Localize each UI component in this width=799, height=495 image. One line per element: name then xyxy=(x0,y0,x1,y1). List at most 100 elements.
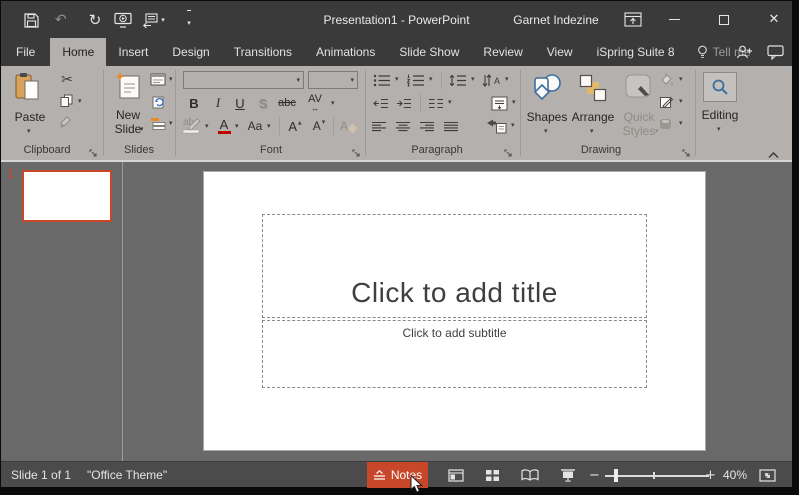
bold-button[interactable]: B xyxy=(185,94,203,112)
tab-design[interactable]: Design xyxy=(160,38,221,66)
save-button[interactable] xyxy=(19,8,43,32)
account-name[interactable]: Garnet Indezine xyxy=(501,1,611,38)
qat-slide-tool-button[interactable]: ▾ xyxy=(139,8,169,32)
zoom-in-button[interactable]: + xyxy=(705,462,716,488)
align-right-button[interactable] xyxy=(417,118,437,134)
subtitle-placeholder[interactable]: Click to add subtitle xyxy=(262,320,647,388)
change-case-dropdown-icon[interactable]: ▾ xyxy=(267,123,271,130)
align-center-button[interactable] xyxy=(393,118,413,134)
align-left-button[interactable] xyxy=(369,118,389,134)
tab-view[interactable]: View xyxy=(535,38,585,66)
customize-qat-button[interactable]: ▾ xyxy=(177,8,201,32)
title-placeholder[interactable]: Click to add title xyxy=(262,214,647,318)
layout-button[interactable] xyxy=(149,72,167,87)
editing-button[interactable] xyxy=(703,72,737,102)
tab-file[interactable]: File xyxy=(1,38,50,66)
font-name-combobox[interactable]: ▾ xyxy=(183,71,304,89)
reading-view-button[interactable] xyxy=(516,462,544,488)
layout-dropdown-icon[interactable]: ▾ xyxy=(169,76,173,83)
font-color-button[interactable]: A xyxy=(215,117,233,135)
numbering-dropdown-icon[interactable]: ▾ xyxy=(429,76,433,83)
shape-effects-dropdown-icon[interactable]: ▾ xyxy=(679,120,683,127)
bullets-dropdown-icon[interactable]: ▾ xyxy=(395,76,399,83)
slideshow-view-button[interactable] xyxy=(554,462,582,488)
panel-splitter[interactable] xyxy=(122,162,123,461)
convert-to-smartart-button[interactable] xyxy=(484,117,508,135)
drawing-dialog-launcher[interactable] xyxy=(682,145,691,163)
slide-thumbnail[interactable] xyxy=(22,170,112,222)
shape-effects-button[interactable] xyxy=(657,116,675,132)
tab-animations[interactable]: Animations xyxy=(304,38,387,66)
maximize-button[interactable] xyxy=(706,1,742,38)
clipboard-dialog-launcher[interactable] xyxy=(89,145,98,163)
strikethrough-button[interactable]: abc xyxy=(275,94,299,112)
line-spacing-button[interactable] xyxy=(447,72,469,88)
share-button[interactable] xyxy=(736,44,753,65)
shapes-button[interactable]: Shapes ▾ xyxy=(525,70,569,140)
zoom-out-button[interactable]: − xyxy=(589,462,600,488)
arrange-button[interactable]: Arrange ▾ xyxy=(570,70,616,140)
tab-insert[interactable]: Insert xyxy=(106,38,160,66)
font-dialog-launcher[interactable] xyxy=(352,145,361,163)
minimize-button[interactable] xyxy=(656,1,692,38)
bullets-button[interactable] xyxy=(371,72,393,88)
theme-name[interactable]: "Office Theme" xyxy=(87,462,167,488)
shape-fill-dropdown-icon[interactable]: ▾ xyxy=(679,76,683,83)
section-button[interactable] xyxy=(149,116,167,131)
ribbon-display-options-button[interactable] xyxy=(615,1,651,38)
tab-ispring-suite[interactable]: iSpring Suite 8 xyxy=(585,38,687,66)
text-direction-button[interactable]: A xyxy=(480,72,504,88)
columns-button[interactable] xyxy=(426,95,446,111)
shape-fill-button[interactable] xyxy=(657,72,675,88)
text-direction-dropdown-icon[interactable]: ▾ xyxy=(505,76,509,83)
decrease-font-size-button[interactable]: A ▾ xyxy=(309,117,329,135)
tab-home[interactable]: Home xyxy=(50,38,107,66)
decrease-indent-button[interactable] xyxy=(371,95,391,111)
tab-slide-show[interactable]: Slide Show xyxy=(387,38,471,66)
repeat-button[interactable]: ↻ xyxy=(83,8,107,32)
clear-formatting-button[interactable]: A xyxy=(338,117,358,135)
tab-review[interactable]: Review xyxy=(471,38,534,66)
slide-counter[interactable]: Slide 1 of 1 xyxy=(11,462,71,488)
start-from-beginning-button[interactable] xyxy=(111,8,135,32)
spacing-dropdown-icon[interactable]: ▾ xyxy=(331,100,335,107)
text-highlight-button[interactable]: ab xyxy=(180,117,204,135)
align-text-dropdown-icon[interactable]: ▾ xyxy=(512,99,516,106)
align-text-button[interactable] xyxy=(489,94,509,112)
italic-button[interactable]: I xyxy=(209,94,227,112)
highlight-dropdown-icon[interactable]: ▾ xyxy=(205,123,209,130)
zoom-slider-thumb[interactable] xyxy=(614,469,618,482)
underline-button[interactable]: U xyxy=(231,94,249,112)
smartart-dropdown-icon[interactable]: ▾ xyxy=(511,122,515,129)
section-dropdown-icon[interactable]: ▾ xyxy=(169,120,173,127)
normal-view-button[interactable] xyxy=(442,462,470,488)
justify-button[interactable] xyxy=(441,118,461,134)
zoom-slider-track[interactable] xyxy=(605,475,709,477)
tab-transitions[interactable]: Transitions xyxy=(222,38,304,66)
columns-dropdown-icon[interactable]: ▾ xyxy=(448,99,452,106)
reset-slide-button[interactable] xyxy=(149,94,167,109)
change-case-button[interactable]: Aa xyxy=(245,117,265,135)
character-spacing-button[interactable]: AV ↔ xyxy=(303,93,327,112)
shape-outline-dropdown-icon[interactable]: ▾ xyxy=(679,98,683,105)
increase-indent-button[interactable] xyxy=(394,95,414,111)
copy-button[interactable] xyxy=(58,93,74,109)
slide-thumbnail-panel[interactable]: 1 xyxy=(1,162,122,461)
paste-button[interactable]: Paste ▾ xyxy=(7,70,53,140)
line-spacing-dropdown-icon[interactable]: ▾ xyxy=(471,76,475,83)
format-painter-button[interactable] xyxy=(58,114,74,130)
text-shadow-button[interactable]: S xyxy=(254,94,272,112)
increase-font-size-button[interactable]: A ▾ xyxy=(285,117,305,135)
new-slide-button[interactable]: New Slide ▾ xyxy=(107,70,149,140)
zoom-level[interactable]: 40% xyxy=(723,462,747,488)
quick-styles-button[interactable]: Quick Styles ▾ xyxy=(617,70,661,140)
cut-button[interactable]: ✂ xyxy=(57,71,77,89)
shape-outline-button[interactable] xyxy=(657,94,675,110)
comments-button[interactable] xyxy=(767,45,784,65)
font-color-dropdown-icon[interactable]: ▾ xyxy=(235,123,239,130)
fit-slide-to-window-button[interactable] xyxy=(753,462,781,488)
close-button[interactable]: ✕ xyxy=(756,1,792,38)
copy-dropdown-icon[interactable]: ▾ xyxy=(78,98,82,105)
paragraph-dialog-launcher[interactable] xyxy=(504,145,513,163)
slide-sorter-view-button[interactable] xyxy=(478,462,506,488)
